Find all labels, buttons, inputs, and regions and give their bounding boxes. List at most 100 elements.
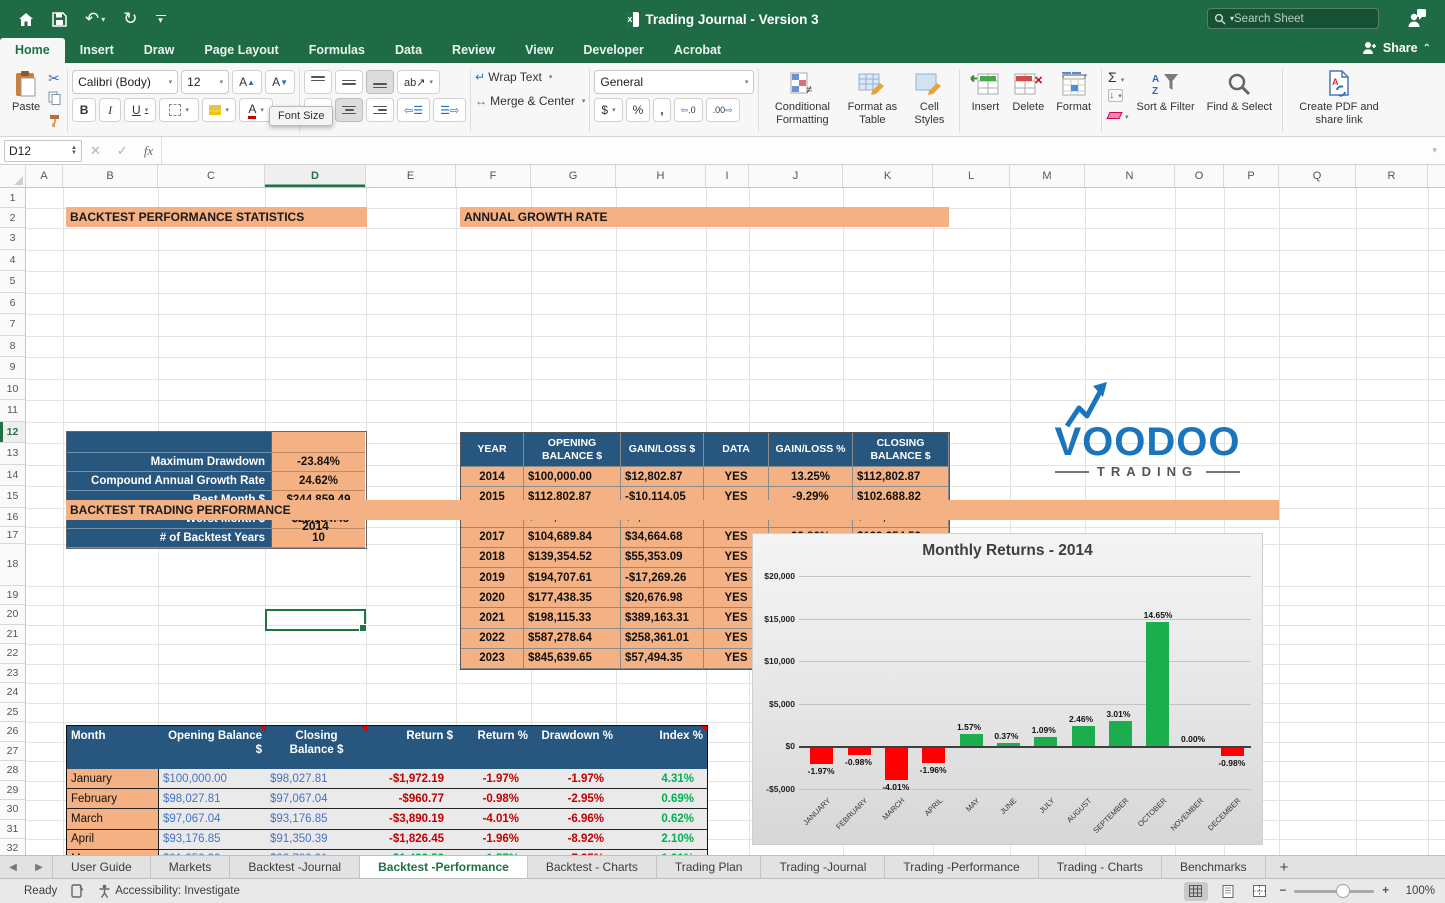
btp-cell[interactable]: -1.97% — [532, 769, 617, 789]
row-header-4[interactable]: 4 — [0, 250, 25, 272]
chart-bar-september[interactable] — [1109, 721, 1132, 746]
row-header-6[interactable]: 6 — [0, 293, 25, 315]
row-header-2[interactable]: 2 — [0, 208, 25, 228]
ribbon-tab-review[interactable]: Review — [437, 38, 510, 63]
underline-button[interactable]: U▾ — [124, 98, 156, 122]
btp-cell[interactable]: -1.96% — [457, 830, 532, 850]
feedback-person-icon[interactable] — [1407, 8, 1427, 28]
confirm-entry-icon[interactable]: ✓ — [117, 143, 128, 159]
ribbon-tab-developer[interactable]: Developer — [568, 38, 658, 63]
btp-cell[interactable]: 2.10% — [617, 830, 707, 850]
formula-input[interactable] — [161, 137, 1424, 164]
row-header-26[interactable]: 26 — [0, 722, 25, 742]
row-header-24[interactable]: 24 — [0, 683, 25, 703]
borders-button[interactable]: ▾ — [159, 98, 199, 122]
agr-cell[interactable]: $12,802.87 — [621, 467, 704, 487]
btp-cell[interactable]: -4.01% — [457, 809, 532, 829]
row-header-16[interactable]: 16 — [0, 508, 25, 527]
row-header-27[interactable]: 27 — [0, 742, 25, 762]
accessibility-icon[interactable] — [98, 884, 111, 898]
insert-cells-button[interactable]: Insert — [966, 67, 1004, 116]
column-header-K[interactable]: K — [843, 165, 933, 187]
format-as-table-button[interactable]: Format as Table — [843, 67, 901, 128]
btp-cell[interactable]: -1.97% — [457, 769, 532, 789]
row-header-12[interactable]: 12 — [0, 422, 25, 444]
btp-cell[interactable]: May — [67, 850, 159, 855]
chart-bar-february[interactable] — [848, 747, 871, 755]
btp-cell[interactable]: $100,000.00 — [159, 769, 266, 789]
column-header-F[interactable]: F — [456, 165, 531, 187]
column-header-H[interactable]: H — [616, 165, 706, 187]
cell-styles-button[interactable]: Cell Styles — [905, 67, 953, 128]
cut-icon[interactable]: ✂ — [48, 70, 61, 87]
ribbon-tab-draw[interactable]: Draw — [129, 38, 190, 63]
btp-cell[interactable]: -6.96% — [532, 809, 617, 829]
btp-cell[interactable]: $98,027.81 — [159, 789, 266, 809]
row-header-7[interactable]: 7 — [0, 314, 25, 336]
agr-cell[interactable]: $112,802.87 — [853, 467, 949, 487]
monthly-returns-chart[interactable]: Monthly Returns - 2014 $20,000$15,000$10… — [752, 533, 1263, 845]
btp-cell[interactable]: $92,782.91 — [266, 850, 367, 855]
agr-cell[interactable]: $587,278.64 — [524, 629, 621, 649]
btp-cell[interactable]: $91,350.39 — [266, 830, 367, 850]
agr-cell[interactable]: $139,354.52 — [524, 548, 621, 568]
agr-cell[interactable]: 2017 — [461, 528, 524, 548]
ribbon-tab-page-layout[interactable]: Page Layout — [189, 38, 293, 63]
btp-cell[interactable]: January — [67, 769, 159, 789]
decrease-decimal-button[interactable]: .00⇨ — [706, 98, 740, 122]
agr-cell[interactable]: 2018 — [461, 548, 524, 568]
clear-button[interactable]: ▾ — [1108, 106, 1129, 124]
column-header-G[interactable]: G — [531, 165, 616, 187]
row-header-10[interactable]: 10 — [0, 379, 25, 401]
tab-scroll-left-icon[interactable]: ◀ — [0, 856, 26, 878]
row-header-30[interactable]: 30 — [0, 800, 25, 820]
agr-cell[interactable]: -$17,269.26 — [621, 568, 704, 588]
zoom-slider-knob[interactable] — [1336, 884, 1350, 898]
stats-value[interactable]: 24.62% — [271, 472, 365, 491]
row-header-9[interactable]: 9 — [0, 357, 25, 379]
ribbon-collapse-chevron-icon[interactable]: ⌃ — [1423, 43, 1431, 54]
column-header-P[interactable]: P — [1224, 165, 1279, 187]
row-header-20[interactable]: 20 — [0, 605, 25, 625]
formula-bar-expand-icon[interactable]: ▾ — [1432, 145, 1437, 156]
column-header-R[interactable]: R — [1356, 165, 1428, 187]
create-pdf-button[interactable]: A Create PDF and share link — [1289, 67, 1389, 128]
increase-indent-button[interactable]: ☰⇨ — [433, 98, 466, 122]
row-header-29[interactable]: 29 — [0, 781, 25, 801]
btp-cell[interactable]: $93,176.85 — [266, 809, 367, 829]
save-icon[interactable] — [52, 12, 67, 27]
autosum-button[interactable]: Σ▾ — [1108, 69, 1129, 85]
sheet-tab-backtest-charts[interactable]: Backtest - Charts — [528, 856, 657, 878]
ribbon-tab-data[interactable]: Data — [380, 38, 437, 63]
chart-bar-december[interactable] — [1221, 747, 1244, 756]
sheet-tab-trading-performance[interactable]: Trading -Performance — [885, 856, 1038, 878]
conditional-formatting-button[interactable]: ≠ Conditional Formatting — [765, 67, 839, 128]
agr-cell[interactable]: $20,676.98 — [621, 588, 704, 608]
btp-cell[interactable]: 0.69% — [617, 789, 707, 809]
agr-cell[interactable]: $104,689.84 — [524, 528, 621, 548]
chart-bar-january[interactable] — [810, 747, 833, 764]
undo-dropdown-icon[interactable]: ▾ — [101, 15, 105, 24]
search-box[interactable]: ▾ — [1207, 8, 1379, 29]
ribbon-tab-formulas[interactable]: Formulas — [294, 38, 380, 63]
agr-cell[interactable]: 2019 — [461, 568, 524, 588]
sheet-tab-trading-journal[interactable]: Trading -Journal — [761, 856, 885, 878]
chart-bar-july[interactable] — [1034, 737, 1057, 746]
number-format-combo[interactable]: General▾ — [594, 70, 754, 94]
redo-icon[interactable]: ↻ — [123, 9, 137, 29]
name-box[interactable]: D12 ▲▼ — [4, 140, 82, 162]
sort-filter-button[interactable]: AZ Sort & Filter — [1133, 67, 1199, 116]
btp-cell[interactable]: -0.98% — [457, 789, 532, 809]
home-icon[interactable] — [18, 12, 34, 27]
sheet-tab-trading-charts[interactable]: Trading - Charts — [1039, 856, 1162, 878]
chart-bar-may[interactable] — [960, 734, 983, 746]
btp-cell[interactable]: 1.91% — [617, 850, 707, 855]
chart-bar-april[interactable] — [922, 747, 945, 763]
chart-bar-august[interactable] — [1072, 726, 1095, 746]
column-header-A[interactable]: A — [26, 165, 63, 187]
agr-cell[interactable]: 2023 — [461, 649, 524, 669]
ribbon-tab-view[interactable]: View — [510, 38, 568, 63]
column-header-N[interactable]: N — [1085, 165, 1175, 187]
row-header-1[interactable]: 1 — [0, 188, 25, 208]
ribbon-tab-home[interactable]: Home — [0, 38, 65, 63]
